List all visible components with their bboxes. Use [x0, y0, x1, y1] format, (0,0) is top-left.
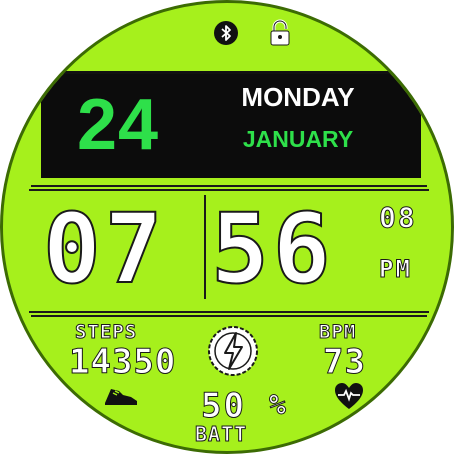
weekday-label: MONDAY — [241, 82, 355, 112]
divider-bottom-2 — [31, 315, 427, 317]
lightning-bolt-icon[interactable] — [205, 323, 261, 379]
bluetooth-icon — [214, 21, 238, 45]
battery-value[interactable]: 50 — [201, 387, 246, 426]
divider-top-2 — [29, 189, 429, 191]
shoe-icon — [105, 389, 137, 405]
bluetooth-status[interactable] — [213, 19, 239, 47]
time-seconds: 08 — [379, 201, 417, 234]
time-minutes: 56 — [210, 193, 335, 305]
watch-face: 24 MONDAY JANUARY 07 56 08 PM STEPS 1435… — [0, 0, 454, 454]
divider-top-1 — [31, 185, 427, 187]
battery-label: BATT — [194, 422, 248, 446]
steps-label: STEPS — [74, 321, 138, 344]
battery-unit: % — [269, 388, 288, 421]
lock-icon — [270, 19, 290, 46]
steps-value[interactable]: 14350 — [68, 343, 176, 382]
day-of-month: 24 — [77, 85, 160, 165]
lock-status[interactable] — [267, 19, 293, 47]
time-hours: 07 — [42, 193, 167, 305]
bpm-value[interactable]: 73 — [323, 343, 366, 382]
time-ampm: PM — [379, 255, 412, 284]
divider-bottom-1 — [29, 311, 429, 313]
bpm-label: BPM — [318, 321, 357, 344]
time-separator — [204, 195, 206, 299]
date-panel[interactable]: 24 MONDAY JANUARY — [41, 71, 421, 178]
heart-icon — [335, 383, 363, 409]
month-label: JANUARY — [242, 126, 354, 152]
